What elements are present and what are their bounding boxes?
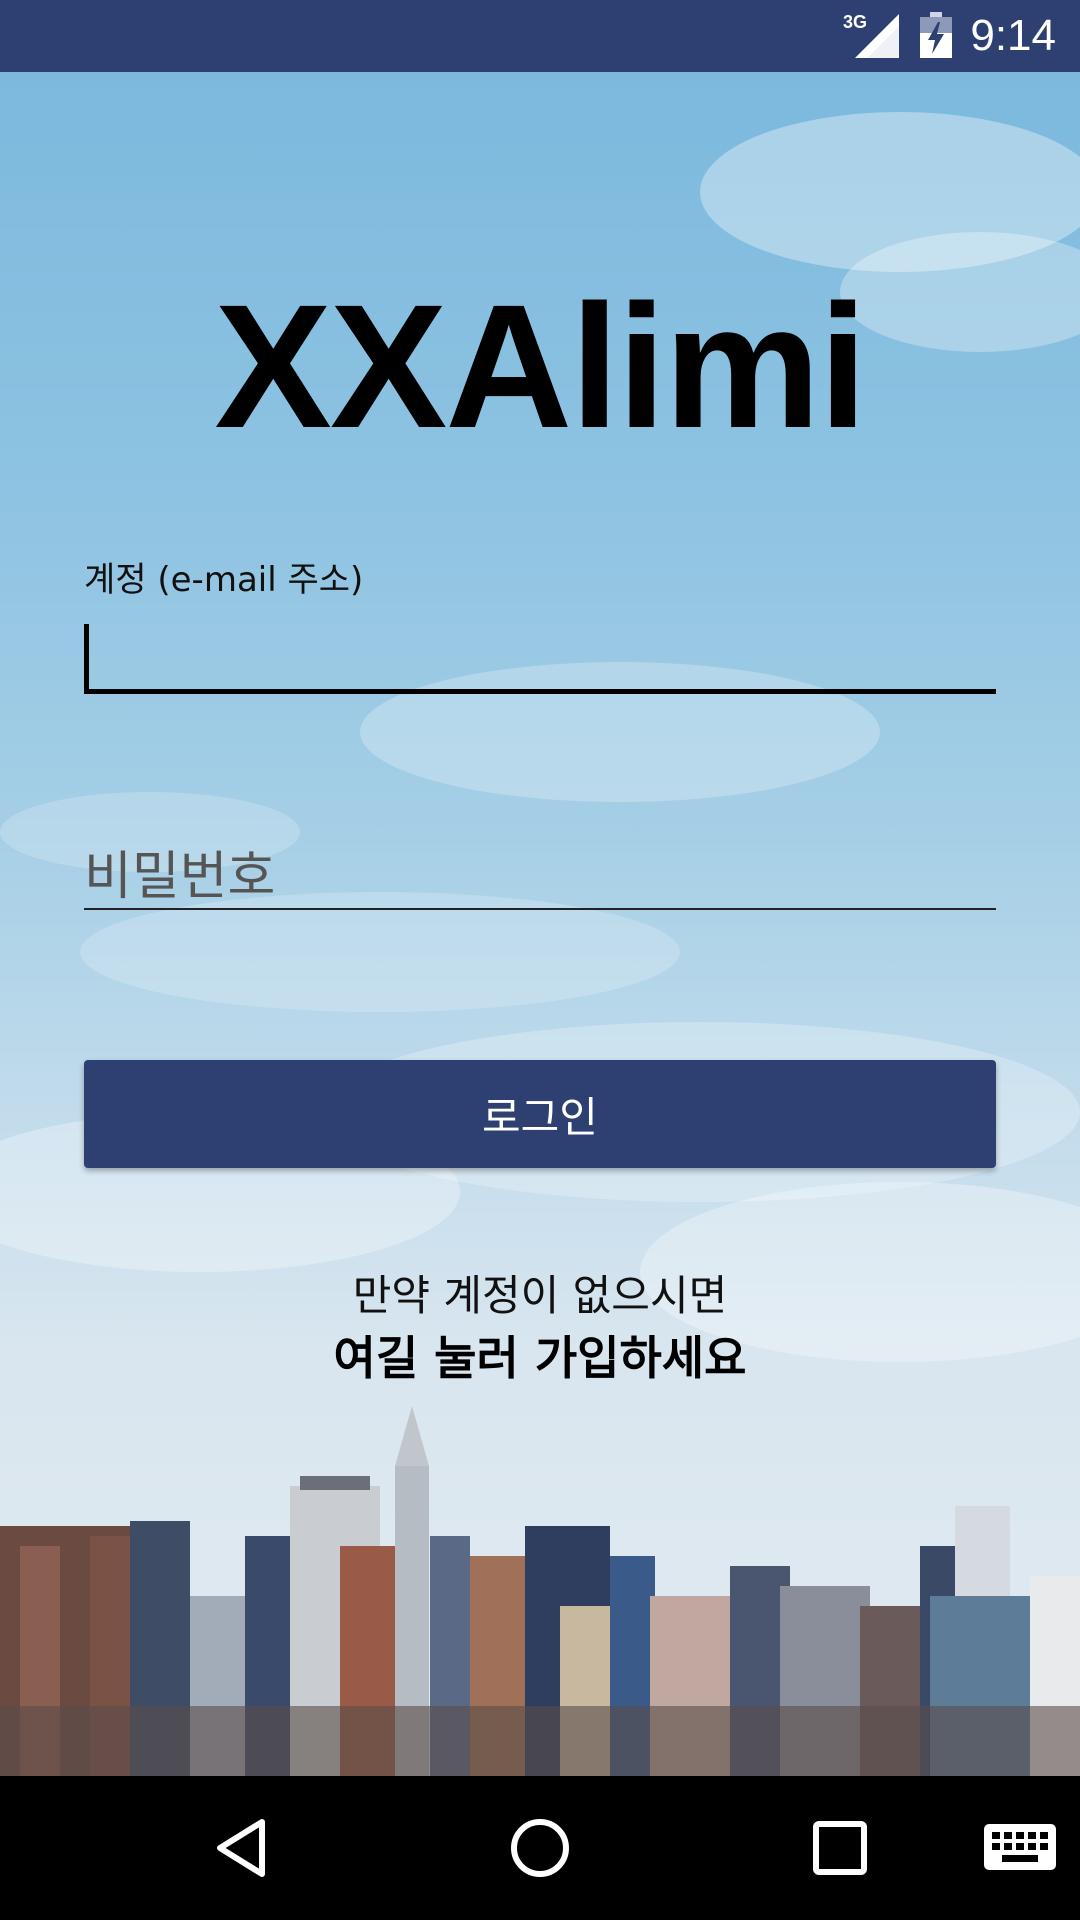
city-skyline-image (0, 1406, 1080, 1776)
home-icon[interactable] (498, 1806, 582, 1890)
signal-icon: 3G (843, 12, 899, 58)
keyboard-icon[interactable] (982, 1820, 1058, 1876)
password-placeholder: 비밀번호 (84, 847, 276, 907)
status-bar: 3G 9:14 (0, 0, 1080, 72)
app-title: XXAlimi (214, 269, 867, 465)
clock: 9:14 (970, 11, 1056, 60)
navigation-bar (0, 1776, 1080, 1920)
login-button[interactable]: 로그인 (84, 1060, 996, 1168)
text-cursor (84, 624, 89, 694)
recents-icon[interactable] (798, 1806, 882, 1890)
email-label: 계정 (e-mail 주소) (84, 560, 364, 600)
back-icon[interactable] (200, 1806, 284, 1890)
network-type-label: 3G (843, 12, 867, 32)
login-screen: XXAlimi 계정 (e-mail 주소) 비밀번호 로그인 만약 계정이 없… (0, 72, 1080, 1776)
battery-charging-icon (920, 12, 952, 58)
signup-prompt: 만약 계정이 없으시면 (352, 1271, 728, 1320)
signup-link[interactable]: 여길 눌러 가입하세요 (0, 1322, 1080, 1388)
email-field[interactable] (84, 612, 996, 694)
